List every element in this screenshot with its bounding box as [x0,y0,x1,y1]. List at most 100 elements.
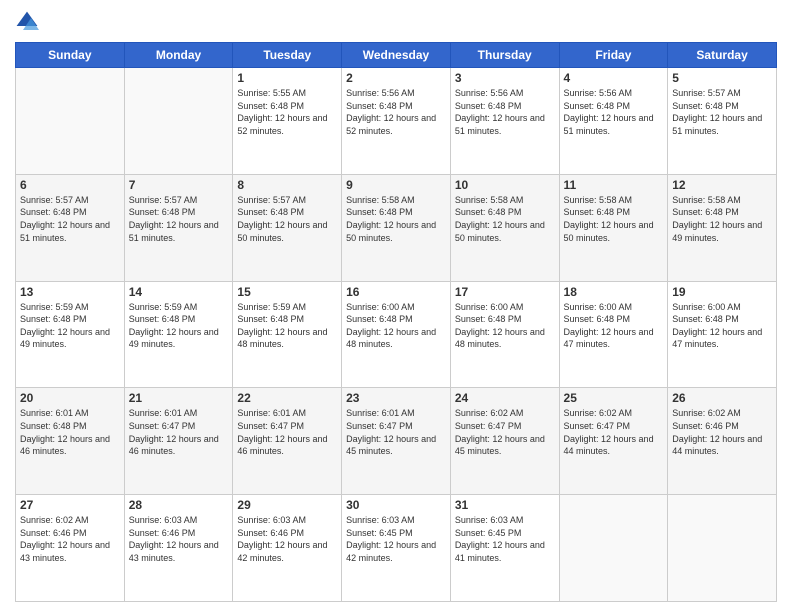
calendar-cell: 1 Sunrise: 5:55 AMSunset: 6:48 PMDaylight… [233,68,342,175]
calendar-header-friday: Friday [559,43,668,68]
calendar-cell: 25Sunrise: 6:02 AMSunset: 6:47 PMDayligh… [559,388,668,495]
day-info: Sunrise: 6:03 AMSunset: 6:46 PMDaylight:… [129,514,229,564]
day-info: Sunrise: 5:58 AMSunset: 6:48 PMDaylight:… [564,194,664,244]
calendar-cell: 5Sunrise: 5:57 AMSunset: 6:48 PMDaylight… [668,68,777,175]
day-info: Sunrise: 6:02 AMSunset: 6:46 PMDaylight:… [672,407,772,457]
day-number: 12 [672,178,772,192]
day-info: Sunrise: 5:58 AMSunset: 6:48 PMDaylight:… [346,194,446,244]
day-info: Sunrise: 6:02 AMSunset: 6:47 PMDaylight:… [564,407,664,457]
day-number: 19 [672,285,772,299]
day-number: 24 [455,391,555,405]
calendar-cell: 8Sunrise: 5:57 AMSunset: 6:48 PMDaylight… [233,174,342,281]
page: SundayMondayTuesdayWednesdayThursdayFrid… [0,0,792,612]
day-number: 15 [237,285,337,299]
day-number: 27 [20,498,120,512]
calendar-cell: 28 Sunrise: 6:03 AMSunset: 6:46 PMDayligh… [124,495,233,602]
calendar-cell: 6 Sunrise: 5:57 AMSunset: 6:48 PMDaylight… [16,174,125,281]
calendar-cell: 22Sunrise: 6:01 AMSunset: 6:47 PMDayligh… [233,388,342,495]
header [15,10,777,34]
calendar-cell: 18 Sunrise: 6:00 AMSunset: 6:48 PMDayligh… [559,281,668,388]
day-info: Sunrise: 5:59 AMSunset: 6:48 PMDaylight:… [237,301,337,351]
day-info: Sunrise: 6:03 AMSunset: 6:46 PMDaylight:… [237,514,337,564]
day-number: 21 [129,391,229,405]
calendar-cell: 30Sunrise: 6:03 AMSunset: 6:45 PMDayligh… [342,495,451,602]
day-info: Sunrise: 6:03 AMSunset: 6:45 PMDaylight:… [455,514,555,564]
day-info: Sunrise: 6:00 AMSunset: 6:48 PMDaylight:… [455,301,555,351]
day-number: 4 [564,71,664,85]
day-info: Sunrise: 5:57 AMSunset: 6:48 PMDaylight:… [237,194,337,244]
calendar-header-saturday: Saturday [668,43,777,68]
calendar-week-row: 6 Sunrise: 5:57 AMSunset: 6:48 PMDaylight… [16,174,777,281]
calendar-cell: 19 Sunrise: 6:00 AMSunset: 6:48 PMDayligh… [668,281,777,388]
day-number: 31 [455,498,555,512]
day-info: Sunrise: 5:56 AMSunset: 6:48 PMDaylight:… [346,87,446,137]
day-info: Sunrise: 5:55 AMSunset: 6:48 PMDaylight:… [237,87,337,137]
calendar-cell: 14 Sunrise: 5:59 AMSunset: 6:48 PMDayligh… [124,281,233,388]
day-info: Sunrise: 5:57 AMSunset: 6:48 PMDaylight:… [129,194,229,244]
calendar-cell: 17Sunrise: 6:00 AMSunset: 6:48 PMDayligh… [450,281,559,388]
calendar-cell: 26 Sunrise: 6:02 AMSunset: 6:46 PMDayligh… [668,388,777,495]
day-number: 26 [672,391,772,405]
calendar-cell: 2 Sunrise: 5:56 AMSunset: 6:48 PMDaylight… [342,68,451,175]
calendar-table: SundayMondayTuesdayWednesdayThursdayFrid… [15,42,777,602]
day-info: Sunrise: 6:00 AMSunset: 6:48 PMDaylight:… [564,301,664,351]
day-info: Sunrise: 5:57 AMSunset: 6:48 PMDaylight:… [20,194,120,244]
day-info: Sunrise: 5:56 AMSunset: 6:48 PMDaylight:… [455,87,555,137]
day-number: 3 [455,71,555,85]
logo-icon [15,10,39,34]
calendar-cell: 13 Sunrise: 5:59 AMSunset: 6:48 PMDayligh… [16,281,125,388]
day-number: 16 [346,285,446,299]
calendar-cell: 21Sunrise: 6:01 AMSunset: 6:47 PMDayligh… [124,388,233,495]
calendar-cell: 29 Sunrise: 6:03 AMSunset: 6:46 PMDayligh… [233,495,342,602]
calendar-cell: 31 Sunrise: 6:03 AMSunset: 6:45 PMDayligh… [450,495,559,602]
day-number: 22 [237,391,337,405]
calendar-cell [124,68,233,175]
calendar-cell: 16 Sunrise: 6:00 AMSunset: 6:48 PMDayligh… [342,281,451,388]
calendar-week-row: 1 Sunrise: 5:55 AMSunset: 6:48 PMDaylight… [16,68,777,175]
day-number: 7 [129,178,229,192]
calendar-cell: 10 Sunrise: 5:58 AMSunset: 6:48 PMDayligh… [450,174,559,281]
day-number: 9 [346,178,446,192]
calendar-week-row: 27Sunrise: 6:02 AMSunset: 6:46 PMDayligh… [16,495,777,602]
calendar-cell: 12Sunrise: 5:58 AMSunset: 6:48 PMDayligh… [668,174,777,281]
calendar-week-row: 13 Sunrise: 5:59 AMSunset: 6:48 PMDayligh… [16,281,777,388]
calendar-header-sunday: Sunday [16,43,125,68]
day-number: 1 [237,71,337,85]
day-number: 11 [564,178,664,192]
day-info: Sunrise: 5:59 AMSunset: 6:48 PMDaylight:… [129,301,229,351]
day-number: 29 [237,498,337,512]
calendar-cell: 7 Sunrise: 5:57 AMSunset: 6:48 PMDaylight… [124,174,233,281]
day-info: Sunrise: 6:01 AMSunset: 6:48 PMDaylight:… [20,407,120,457]
calendar-cell: 15 Sunrise: 5:59 AMSunset: 6:48 PMDayligh… [233,281,342,388]
day-number: 6 [20,178,120,192]
calendar-week-row: 20 Sunrise: 6:01 AMSunset: 6:48 PMDayligh… [16,388,777,495]
day-number: 14 [129,285,229,299]
day-info: Sunrise: 6:02 AMSunset: 6:47 PMDaylight:… [455,407,555,457]
day-number: 2 [346,71,446,85]
day-info: Sunrise: 5:58 AMSunset: 6:48 PMDaylight:… [455,194,555,244]
calendar-cell: 24 Sunrise: 6:02 AMSunset: 6:47 PMDayligh… [450,388,559,495]
calendar-cell: 20 Sunrise: 6:01 AMSunset: 6:48 PMDayligh… [16,388,125,495]
calendar-cell [559,495,668,602]
calendar-cell: 11 Sunrise: 5:58 AMSunset: 6:48 PMDayligh… [559,174,668,281]
day-info: Sunrise: 6:00 AMSunset: 6:48 PMDaylight:… [346,301,446,351]
calendar-cell: 3 Sunrise: 5:56 AMSunset: 6:48 PMDaylight… [450,68,559,175]
day-number: 30 [346,498,446,512]
day-number: 13 [20,285,120,299]
calendar-cell: 9 Sunrise: 5:58 AMSunset: 6:48 PMDaylight… [342,174,451,281]
day-info: Sunrise: 5:59 AMSunset: 6:48 PMDaylight:… [20,301,120,351]
day-number: 23 [346,391,446,405]
day-number: 10 [455,178,555,192]
day-info: Sunrise: 6:01 AMSunset: 6:47 PMDaylight:… [346,407,446,457]
calendar-header-tuesday: Tuesday [233,43,342,68]
calendar-cell: 4 Sunrise: 5:56 AMSunset: 6:48 PMDaylight… [559,68,668,175]
day-info: Sunrise: 6:00 AMSunset: 6:48 PMDaylight:… [672,301,772,351]
day-number: 28 [129,498,229,512]
calendar-cell: 27Sunrise: 6:02 AMSunset: 6:46 PMDayligh… [16,495,125,602]
logo [15,10,43,34]
day-info: Sunrise: 5:56 AMSunset: 6:48 PMDaylight:… [564,87,664,137]
day-info: Sunrise: 5:57 AMSunset: 6:48 PMDaylight:… [672,87,772,137]
day-number: 20 [20,391,120,405]
day-number: 18 [564,285,664,299]
calendar-cell [668,495,777,602]
